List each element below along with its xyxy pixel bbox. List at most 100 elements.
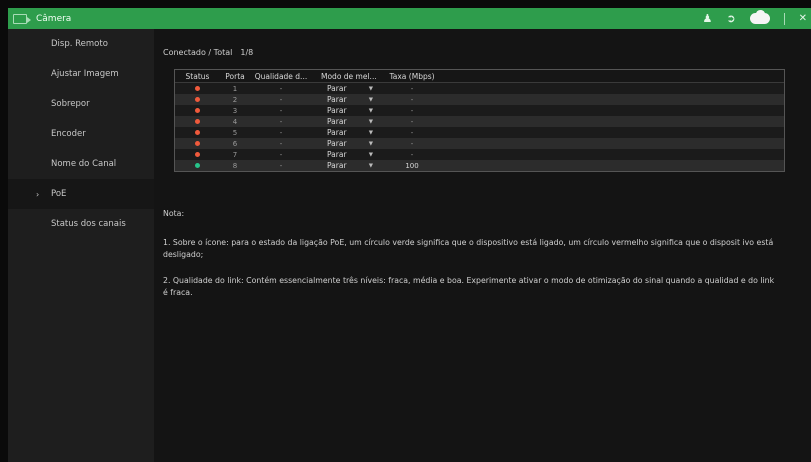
sidebar-item-encoder[interactable]: Encoder [8, 119, 154, 149]
sidebar-item-label: Encoder [51, 129, 86, 139]
modo-select[interactable]: Parar ▼ [318, 95, 376, 104]
taxa-cell: - [410, 84, 414, 93]
chevron-right-icon: › [36, 189, 40, 199]
porta-cell: 3 [232, 106, 238, 115]
header-porta[interactable]: Porta [220, 72, 250, 81]
porta-cell: 5 [232, 128, 238, 137]
table-row: 2 - Parar ▼ - [175, 94, 784, 105]
modo-cell: Parar ▼ [312, 84, 382, 93]
camera-icon [13, 13, 31, 24]
modo-select-value: Parar [327, 139, 347, 148]
modo-cell: Parar ▼ [312, 161, 382, 170]
header-modo[interactable]: Modo de mel... [312, 72, 382, 81]
modo-select-value: Parar [327, 106, 347, 115]
title-separator [783, 12, 785, 25]
connection-summary: Conectado / Total 1/8 [163, 48, 253, 57]
status-dot-icon [195, 129, 200, 135]
modo-select[interactable]: Parar ▼ [318, 161, 376, 170]
status-cell [175, 118, 220, 126]
connected-label: Conectado / Total [163, 48, 233, 57]
chevron-down-icon: ▼ [368, 129, 373, 136]
modo-select[interactable]: Parar ▼ [318, 84, 376, 93]
porta-cell: 7 [232, 150, 238, 159]
modo-select-value: Parar [327, 161, 347, 170]
header-taxa[interactable]: Taxa (Mbps) [382, 72, 442, 81]
user-settings-icon[interactable]: ♟ [703, 13, 713, 24]
sidebar-item-poe[interactable]: › PoE [8, 179, 154, 209]
taxa-cell: - [410, 150, 414, 159]
taxa-cell: 100 [405, 161, 419, 170]
cloud-icon[interactable] [749, 10, 770, 24]
sidebar-item-ajustar-imagem[interactable]: Ajustar Imagem [8, 59, 154, 89]
chevron-down-icon: ▼ [368, 107, 373, 114]
status-cell [175, 129, 220, 137]
sidebar-item-disp-remoto[interactable]: Disp. Remoto [8, 29, 154, 59]
connected-value: 1/8 [240, 48, 254, 57]
modo-select-value: Parar [327, 84, 347, 93]
taxa-cell: - [410, 117, 414, 126]
sidebar-item-label: PoE [51, 189, 67, 199]
modo-cell: Parar ▼ [312, 128, 382, 137]
qualidade-cell: - [279, 128, 283, 137]
modo-select-value: Parar [327, 117, 347, 126]
status-cell [175, 140, 220, 148]
modo-select[interactable]: Parar ▼ [318, 106, 376, 115]
taxa-cell: - [410, 106, 414, 115]
sidebar-item-label: Nome do Canal [51, 159, 117, 169]
header-qualidade[interactable]: Qualidade d... [250, 72, 312, 81]
qualidade-cell: - [279, 95, 283, 104]
chevron-down-icon: ▼ [368, 162, 373, 169]
sidebar-item-nome-do-canal[interactable]: Nome do Canal [8, 149, 154, 179]
sidebar-item-sobrepor[interactable]: Sobrepor [8, 89, 154, 119]
sidebar-item-label: Ajustar Imagem [51, 69, 119, 79]
taxa-cell: - [410, 128, 414, 137]
window-title: Câmera [36, 13, 72, 24]
qualidade-cell: - [279, 84, 283, 93]
modo-cell: Parar ▼ [312, 95, 382, 104]
modo-select-value: Parar [327, 95, 347, 104]
poe-port-table: Status Porta Qualidade d... Modo de mel.… [174, 69, 785, 172]
note-link-quality: 2. Qualidade do link: Contém essencialme… [163, 276, 775, 297]
porta-cell: 6 [232, 139, 238, 148]
status-cell [175, 85, 220, 93]
porta-cell: 8 [232, 161, 238, 170]
table-row: 1 - Parar ▼ - [175, 83, 784, 94]
status-dot-icon [195, 140, 200, 146]
table-row: 3 - Parar ▼ - [175, 105, 784, 116]
chevron-down-icon: ▼ [368, 151, 373, 158]
qualidade-cell: - [279, 161, 283, 170]
status-cell [175, 96, 220, 104]
sidebar-item-status-dos-canais[interactable]: Status dos canais [8, 209, 154, 239]
modo-select[interactable]: Parar ▼ [318, 128, 376, 137]
close-icon[interactable]: ✕ [799, 13, 807, 24]
qualidade-cell: - [279, 117, 283, 126]
table-row: 6 - Parar ▼ - [175, 138, 784, 149]
table-body: 1 - Parar ▼ - 2 - Parar ▼ - 3 - Parar ▼ - 4 - Parar ▼ - 5 - Pa… [175, 83, 784, 171]
sidebar-item-label: Disp. Remoto [51, 39, 108, 49]
table-row: 5 - Parar ▼ - [175, 127, 784, 138]
modo-cell: Parar ▼ [312, 150, 382, 159]
status-dot-icon [195, 151, 200, 157]
table-row: 7 - Parar ▼ - [175, 149, 784, 160]
modo-select[interactable]: Parar ▼ [318, 117, 376, 126]
chevron-down-icon: ▼ [368, 96, 373, 103]
taxa-cell: - [410, 95, 414, 104]
table-header: Status Porta Qualidade d... Modo de mel.… [175, 70, 784, 83]
status-cell [175, 107, 220, 115]
status-dot-icon [195, 162, 200, 168]
exit-icon[interactable]: ➲ [726, 13, 735, 24]
title-bar-actions: ♟ ➲ ✕ [703, 10, 811, 25]
header-status[interactable]: Status [175, 72, 220, 81]
table-row: 8 - Parar ▼ 100 [175, 160, 784, 171]
chevron-down-icon: ▼ [368, 118, 373, 125]
status-dot-icon [195, 96, 200, 102]
note-status-icon: 1. Sobre o ícone: para o estado da ligaç… [163, 238, 774, 259]
status-dot-icon [195, 85, 200, 91]
modo-select[interactable]: Parar ▼ [318, 150, 376, 159]
status-dot-icon [195, 107, 200, 113]
chevron-down-icon: ▼ [368, 85, 373, 92]
table-row: 4 - Parar ▼ - [175, 116, 784, 127]
qualidade-cell: - [279, 106, 283, 115]
sidebar-item-label: Status dos canais [51, 219, 126, 229]
modo-select[interactable]: Parar ▼ [318, 139, 376, 148]
